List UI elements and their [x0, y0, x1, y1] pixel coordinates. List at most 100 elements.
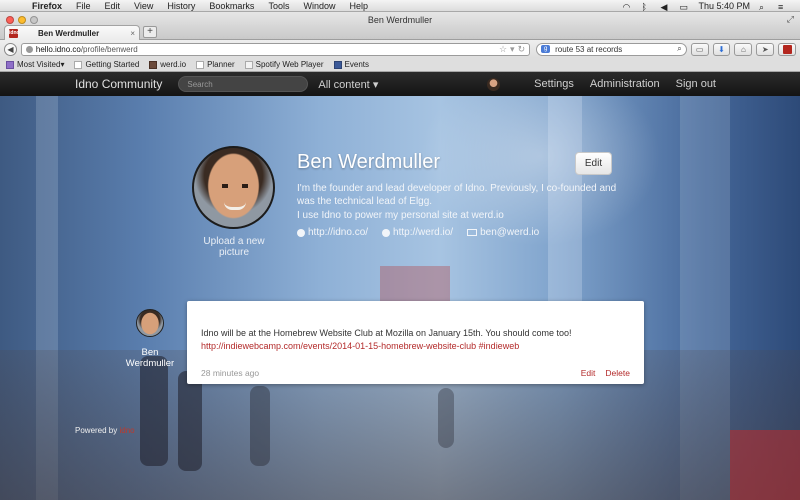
powered-by-link[interactable]: idno — [119, 426, 134, 435]
profile-link-email[interactable]: ben@werd.io — [467, 227, 539, 238]
url-text[interactable]: hello.idno.co/profile/benwerd — [36, 45, 496, 54]
browser-titlebar: Ben Werdmuller ⤢ idno Ben Werdmuller × + — [0, 12, 800, 40]
powered-by-label: Powered by — [75, 426, 118, 435]
bookmark-label: Most Visited — [17, 60, 61, 69]
post-body: Idno will be at the Homebrew Website Clu… — [201, 327, 631, 353]
tab-title: Ben Werdmuller — [38, 28, 100, 38]
post-link[interactable]: http://indiewebcamp.com/events/2014-01-1… — [201, 341, 476, 351]
close-tab-icon[interactable]: × — [130, 29, 135, 38]
reload-icon[interactable]: ↻ — [518, 44, 526, 55]
background-person — [140, 356, 168, 466]
menu-edit[interactable]: Edit — [105, 1, 121, 11]
werdio-icon — [149, 60, 158, 69]
upload-picture-link[interactable]: Upload a new picture — [188, 236, 280, 258]
menu-app-name[interactable]: Firefox — [32, 1, 62, 11]
post-text: Idno will be at the Homebrew Website Clu… — [201, 328, 572, 338]
downloads-button[interactable]: ⬇ — [712, 42, 731, 56]
post-delete-link[interactable]: Delete — [605, 368, 630, 378]
link-text: http://idno.co/ — [308, 227, 369, 238]
bookmark-label: werd.io — [160, 60, 187, 69]
battery-icon[interactable]: ▭ — [679, 2, 689, 12]
nav-administration[interactable]: Administration — [590, 78, 660, 90]
history-dropdown-icon[interactable]: ▾ — [510, 44, 515, 55]
page-icon — [74, 60, 83, 69]
avatar-smile — [224, 202, 246, 210]
status-post: Idno will be at the Homebrew Website Clu… — [187, 301, 644, 384]
wifi-icon[interactable]: ◠ — [622, 2, 632, 12]
bookmark-star-icon[interactable]: ☆ — [499, 44, 507, 55]
bookmark-most-visited[interactable]: Most Visited ▾ — [6, 60, 64, 69]
browser-tab[interactable]: idno Ben Werdmuller × — [4, 25, 140, 40]
bookmarks-toolbar: Most Visited ▾ Getting Started werd.io P… — [0, 58, 800, 72]
site-nav-right: Settings Administration Sign out — [487, 77, 800, 91]
background-chair — [730, 430, 800, 500]
home-button[interactable]: ⌂ — [734, 42, 753, 56]
post-author-name[interactable]: Ben Werdmuller — [120, 347, 180, 369]
share-button[interactable]: ➤ — [756, 42, 775, 56]
bookmark-label: Getting Started — [85, 60, 140, 69]
menu-file[interactable]: File — [76, 1, 91, 11]
bookmark-planner[interactable]: Planner — [196, 60, 235, 69]
user-avatar[interactable] — [487, 77, 501, 91]
profile-avatar[interactable] — [192, 146, 275, 229]
all-content-dropdown[interactable]: All content ▾ — [318, 78, 378, 91]
profile-bio-secondary: I use Idno to power my personal site at … — [297, 210, 504, 221]
bluetooth-icon[interactable]: ᛒ — [641, 2, 651, 12]
status-tray: ◠ ᛒ ◀ ▭ Thu 5:40 PM ⌕ ≡ — [622, 1, 800, 12]
globe-icon — [382, 228, 391, 237]
spotlight-icon[interactable]: ⌕ — [759, 2, 769, 12]
idno-favicon-icon: idno — [9, 28, 20, 38]
profile-link-idno[interactable]: http://idno.co/ — [297, 227, 368, 238]
powered-by: Powered by idno — [75, 426, 135, 435]
site-identity-icon[interactable] — [25, 45, 33, 53]
url-bar[interactable]: hello.idno.co/profile/benwerd ☆ ▾ ↻ — [20, 42, 531, 56]
bookmark-spotify[interactable]: Spotify Web Player — [244, 60, 324, 69]
menu-bookmarks[interactable]: Bookmarks — [209, 1, 254, 11]
post-author-avatar[interactable] — [136, 309, 164, 337]
idno-extension-icon — [782, 44, 792, 54]
bookmark-werd-io[interactable]: werd.io — [149, 60, 186, 69]
nav-sign-out[interactable]: Sign out — [676, 78, 716, 90]
profile-name: Ben Werdmuller — [297, 151, 441, 173]
window-title: Ben Werdmuller — [367, 15, 433, 25]
bookmark-label: Events — [344, 60, 369, 69]
post-hashtag[interactable]: #indieweb — [479, 341, 520, 351]
edit-profile-button[interactable]: Edit — [575, 152, 612, 175]
menu-history[interactable]: History — [167, 1, 195, 11]
search-bar[interactable]: g route 53 at records ⌕ — [536, 42, 687, 56]
google-search-icon[interactable]: g — [541, 45, 551, 53]
post-timestamp[interactable]: 28 minutes ago — [201, 368, 259, 378]
fullscreen-icon[interactable]: ⤢ — [787, 14, 794, 25]
post-edit-link[interactable]: Edit — [581, 368, 596, 378]
profile-bio: I'm the founder and lead developer of Id… — [297, 183, 617, 207]
notification-icon[interactable]: ≡ — [778, 2, 788, 12]
search-value: route 53 at records — [555, 44, 623, 54]
bookmark-label: Planner — [207, 60, 235, 69]
menu-help[interactable]: Help — [349, 1, 368, 11]
page-icon — [196, 60, 205, 69]
link-text: ben@werd.io — [480, 227, 540, 238]
background-person — [438, 388, 454, 448]
magnifier-icon[interactable]: ⌕ — [677, 44, 681, 54]
idno-extension-button[interactable] — [778, 42, 796, 56]
url-host: hello.idno.co — [35, 44, 81, 54]
menu-view[interactable]: View — [134, 1, 153, 11]
volume-icon[interactable]: ◀ — [660, 2, 670, 12]
bookmark-events[interactable]: Events — [333, 60, 369, 69]
clock[interactable]: Thu 5:40 PM — [698, 1, 750, 11]
background-person — [178, 371, 202, 471]
menu-tools[interactable]: Tools — [268, 1, 289, 11]
new-tab-button[interactable]: + — [143, 26, 157, 38]
site-brand[interactable]: Idno Community — [75, 77, 162, 91]
menu-window[interactable]: Window — [303, 1, 335, 11]
site-search-input[interactable]: Search — [178, 76, 309, 92]
avatar-eyes — [222, 184, 248, 188]
page-icon — [244, 60, 253, 69]
facebook-icon — [333, 60, 342, 69]
nav-settings[interactable]: Settings — [534, 78, 574, 90]
back-button[interactable]: ◀ — [4, 42, 17, 56]
bookmarks-menu-button[interactable]: ▭ — [690, 42, 709, 56]
profile-link-werd[interactable]: http://werd.io/ — [382, 227, 453, 238]
url-path: /profile/benwerd — [80, 44, 138, 54]
bookmark-getting-started[interactable]: Getting Started — [74, 60, 139, 69]
